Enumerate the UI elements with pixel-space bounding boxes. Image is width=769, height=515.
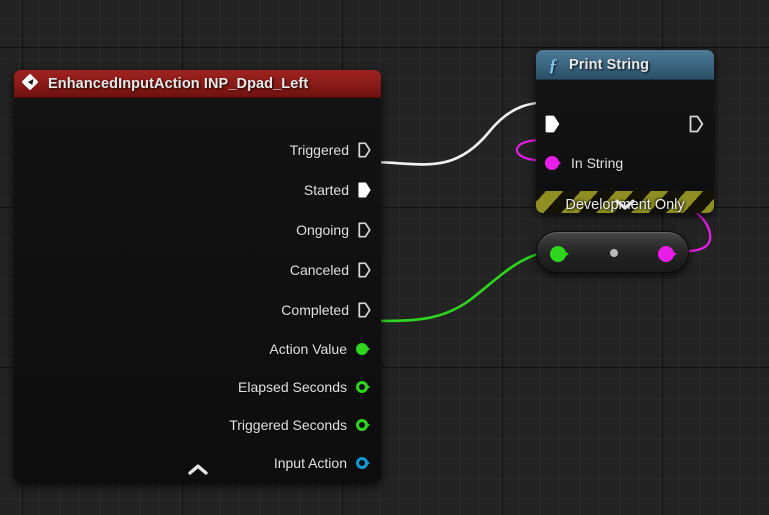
pin-label-ongoing: Ongoing (296, 222, 349, 238)
pin-row-completed[interactable]: Completed (281, 300, 381, 320)
pin-row-elapsed-seconds[interactable]: Elapsed Seconds (238, 377, 381, 397)
node-body-print-string: In String Development Only (536, 80, 714, 213)
pin-label-canceled: Canceled (290, 262, 349, 278)
node-body-enhanced-input-action: Triggered Started Ongoing (14, 98, 381, 483)
pin-row-started[interactable]: Started (304, 180, 381, 200)
exec-pin-started[interactable] (358, 182, 371, 198)
convert-center-dot (610, 249, 618, 257)
node-header-enhanced-input-action[interactable]: EnhancedInputAction INP_Dpad_Left (14, 70, 381, 98)
chevron-down-icon[interactable] (536, 198, 714, 211)
pin-label-triggered-seconds: Triggered Seconds (229, 417, 347, 433)
node-header-print-string[interactable]: ƒ Print String (536, 50, 714, 80)
pin-label-action-value: Action Value (269, 341, 347, 357)
pin-label-started: Started (304, 182, 349, 198)
pin-row-action-value[interactable]: Action Value (269, 339, 381, 359)
wire-started-to-exec (368, 102, 552, 164)
exec-pin-print-out[interactable] (689, 115, 704, 133)
node-title-print-string: Print String (569, 57, 649, 73)
node-title-enhanced-input-action: EnhancedInputAction INP_Dpad_Left (48, 76, 308, 92)
pin-label-elapsed-seconds: Elapsed Seconds (238, 379, 347, 395)
pin-row-canceled[interactable]: Canceled (290, 260, 381, 280)
chevron-up-icon[interactable] (14, 463, 381, 476)
pin-label-completed: Completed (281, 302, 349, 318)
exec-pin-completed[interactable] (358, 302, 371, 318)
data-pin-action-value[interactable] (356, 343, 371, 356)
wire-actionvalue-to-convert (362, 251, 556, 321)
data-pin-triggered-seconds[interactable] (356, 419, 371, 432)
blueprint-graph-canvas[interactable]: EnhancedInputAction INP_Dpad_Left Trigge… (0, 0, 769, 515)
data-pin-in-string[interactable] (545, 156, 562, 171)
exec-pin-canceled[interactable] (358, 262, 371, 278)
exec-pin-print-in[interactable] (545, 115, 560, 133)
pin-row-in-string[interactable]: In String (545, 155, 623, 171)
function-f-icon: ƒ (545, 56, 561, 74)
node-convert-compact[interactable] (536, 231, 689, 273)
diamond-icon (23, 75, 40, 92)
pin-label-in-string: In String (571, 155, 623, 171)
data-pin-convert-out[interactable] (658, 246, 678, 263)
pin-row-triggered[interactable]: Triggered (290, 140, 381, 160)
exec-pin-ongoing[interactable] (358, 222, 371, 238)
exec-pin-triggered[interactable] (358, 142, 371, 158)
pin-row-triggered-seconds[interactable]: Triggered Seconds (229, 415, 381, 435)
node-enhanced-input-action[interactable]: EnhancedInputAction INP_Dpad_Left Trigge… (14, 70, 381, 483)
data-pin-convert-in[interactable] (550, 246, 570, 263)
pin-row-ongoing[interactable]: Ongoing (296, 220, 381, 240)
node-print-string[interactable]: ƒ Print String In String (536, 50, 714, 213)
data-pin-elapsed-seconds[interactable] (356, 381, 371, 394)
pin-label-triggered: Triggered (290, 142, 349, 158)
